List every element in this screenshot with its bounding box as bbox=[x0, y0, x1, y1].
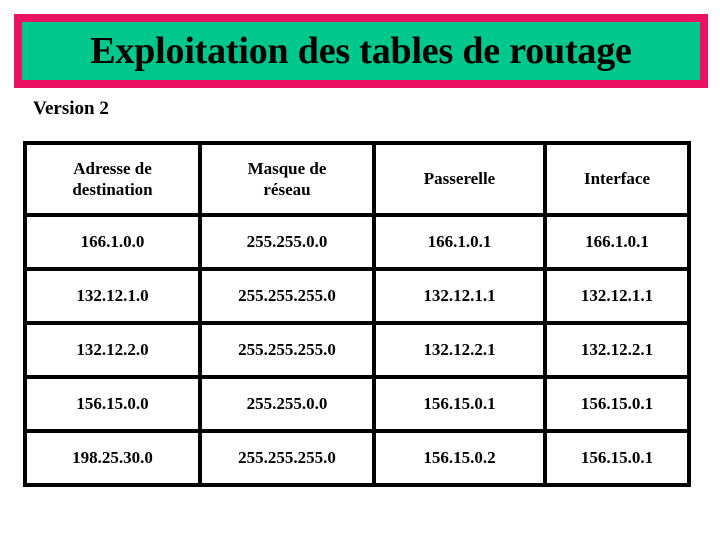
cell-gateway: 132.12.1.1 bbox=[372, 267, 547, 325]
column-header-interface: Interface bbox=[543, 141, 691, 217]
page-title: Exploitation des tables de routage bbox=[90, 30, 632, 72]
column-header-gateway-line1: Passerelle bbox=[423, 169, 496, 189]
cell-destination: 156.15.0.0 bbox=[23, 375, 202, 433]
routing-table-container: Adresse de destination Masque de réseau … bbox=[23, 141, 691, 487]
table-row: 132.12.2.0 255.255.255.0 132.12.2.1 132.… bbox=[23, 321, 691, 379]
cell-interface: 166.1.0.1 bbox=[543, 213, 691, 271]
cell-interface: 156.15.0.1 bbox=[543, 429, 691, 487]
column-header-mask: Masque de réseau bbox=[198, 141, 376, 217]
cell-gateway: 166.1.0.1 bbox=[372, 213, 547, 271]
cell-interface: 132.12.1.1 bbox=[543, 267, 691, 325]
cell-mask: 255.255.255.0 bbox=[198, 267, 376, 325]
cell-gateway: 156.15.0.1 bbox=[372, 375, 547, 433]
cell-gateway: 156.15.0.2 bbox=[372, 429, 547, 487]
column-header-interface-line1: Interface bbox=[583, 169, 651, 189]
column-header-gateway: Passerelle bbox=[372, 141, 547, 217]
table-row: 166.1.0.0 255.255.0.0 166.1.0.1 166.1.0.… bbox=[23, 213, 691, 271]
table-row: 132.12.1.0 255.255.255.0 132.12.1.1 132.… bbox=[23, 267, 691, 325]
title-banner: Exploitation des tables de routage bbox=[14, 14, 708, 88]
routing-table: Adresse de destination Masque de réseau … bbox=[23, 141, 691, 487]
column-header-destination-line1: Adresse de bbox=[73, 158, 152, 178]
cell-interface: 156.15.0.1 bbox=[543, 375, 691, 433]
table-row: 198.25.30.0 255.255.255.0 156.15.0.2 156… bbox=[23, 429, 691, 487]
table-header-row: Adresse de destination Masque de réseau … bbox=[23, 141, 691, 217]
routing-table-header: Adresse de destination Masque de réseau … bbox=[23, 141, 691, 217]
cell-mask: 255.255.0.0 bbox=[198, 375, 376, 433]
column-header-mask-line1: Masque de bbox=[247, 158, 327, 178]
cell-interface: 132.12.2.1 bbox=[543, 321, 691, 379]
cell-destination: 132.12.1.0 bbox=[23, 267, 202, 325]
routing-table-body: 166.1.0.0 255.255.0.0 166.1.0.1 166.1.0.… bbox=[23, 213, 691, 487]
cell-mask: 255.255.255.0 bbox=[198, 321, 376, 379]
cell-destination: 198.25.30.0 bbox=[23, 429, 202, 487]
cell-destination: 166.1.0.0 bbox=[23, 213, 202, 271]
version-label: Version 2 bbox=[33, 98, 109, 119]
column-header-mask-line2: réseau bbox=[263, 180, 311, 199]
cell-gateway: 132.12.2.1 bbox=[372, 321, 547, 379]
cell-mask: 255.255.255.0 bbox=[198, 429, 376, 487]
column-header-destination-line2: destination bbox=[72, 180, 153, 199]
table-row: 156.15.0.0 255.255.0.0 156.15.0.1 156.15… bbox=[23, 375, 691, 433]
cell-destination: 132.12.2.0 bbox=[23, 321, 202, 379]
column-header-destination: Adresse de destination bbox=[23, 141, 202, 217]
title-banner-fill: Exploitation des tables de routage bbox=[22, 22, 700, 80]
cell-mask: 255.255.0.0 bbox=[198, 213, 376, 271]
